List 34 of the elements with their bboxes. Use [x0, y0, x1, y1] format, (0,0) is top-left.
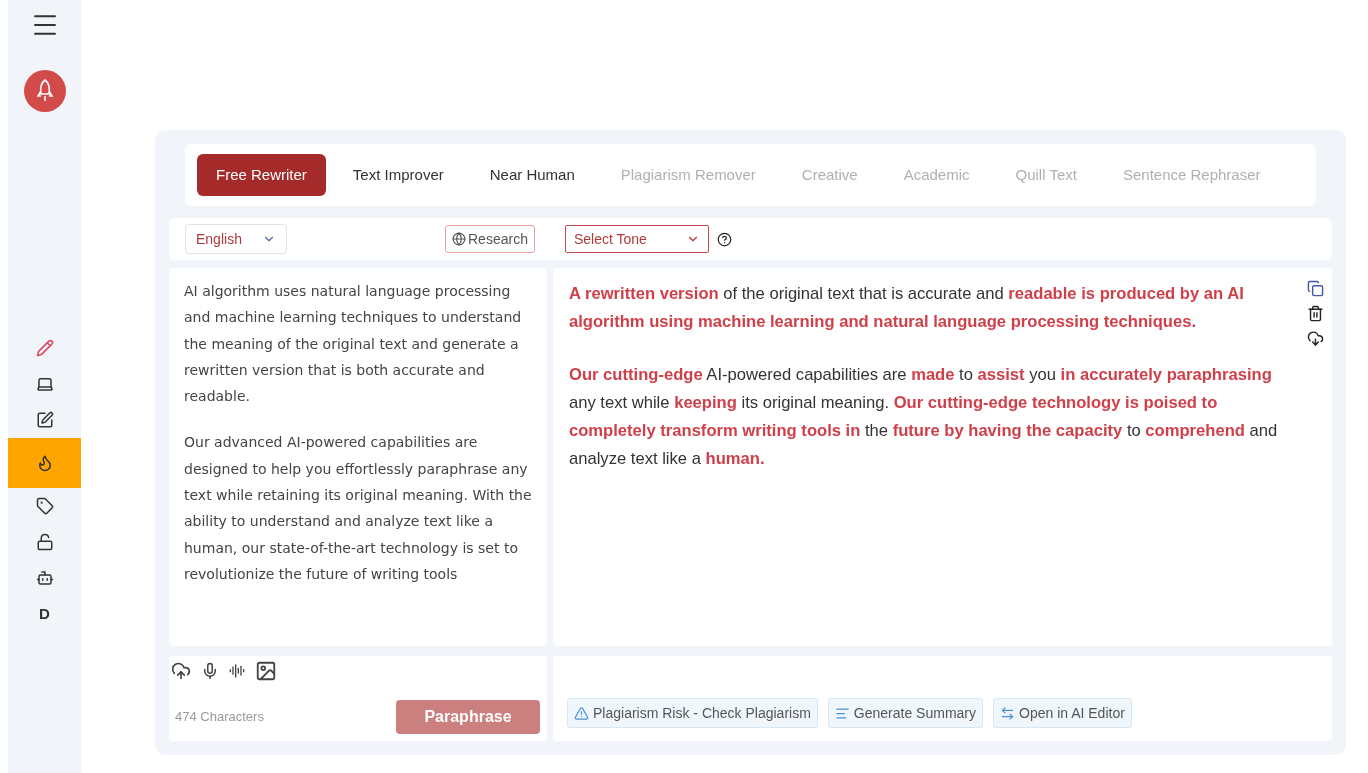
- arrows-icon: [1000, 705, 1015, 721]
- action-button[interactable]: Plagiarism Risk - Check Plagiarism: [567, 698, 818, 728]
- language-select[interactable]: English: [185, 224, 287, 254]
- copy-icon[interactable]: [1307, 280, 1324, 297]
- input-text: AI algorithm uses natural language processing and machine learning techniques to understand the meaning of the original text and generate a rewritten version that is both accurate and readable.: [184, 282, 523, 407]
- tab[interactable]: Near Human: [470, 154, 594, 196]
- delete-icon[interactable]: [1307, 305, 1324, 322]
- unlock-icon: [35, 533, 54, 551]
- logo-icon: [23, 70, 66, 112]
- globe-icon: [452, 232, 466, 246]
- action-button[interactable]: Open in AI Editor: [993, 698, 1132, 728]
- download-icon[interactable]: [1307, 330, 1324, 347]
- microphone-icon[interactable]: [201, 662, 219, 680]
- tab[interactable]: Free Rewriter: [197, 154, 326, 196]
- action-button[interactable]: Generate Summary: [827, 698, 983, 728]
- tag-icon: [35, 497, 54, 515]
- sidebar-item[interactable]: D: [8, 596, 81, 632]
- tone-select[interactable]: Select Tone: [564, 225, 709, 253]
- edit-icon: [35, 411, 54, 429]
- warning-icon: [574, 705, 589, 721]
- pencil-icon: [35, 339, 54, 357]
- output-text: Our cutting-edge AI-powered capabilities are made to assist you in accurately paraphrasing any text while keeping its original meaning. Our cutting-edge technology is poised to completely transform writing tools in the future by having the capacity to comprehend and analyze text like a human.: [569, 364, 1279, 470]
- audio-icon[interactable]: [229, 663, 245, 679]
- image-icon[interactable]: [255, 660, 277, 682]
- laptop-icon: [35, 375, 54, 393]
- research-button[interactable]: Research: [445, 225, 535, 253]
- upload-icon[interactable]: [171, 661, 191, 681]
- character-count: 474 Characters: [175, 708, 264, 727]
- input-text: Our advanced AI-powered capabilities are designed to help you effortlessly paraphrase any text while retaining its original meaning. With the ability to understand and analyze text like a human, our state-of-the-art technology is set to revolutionize the future of writing tools: [184, 433, 532, 584]
- lines-icon: [834, 705, 850, 721]
- tab[interactable]: Text Improver: [333, 154, 463, 196]
- robot-icon: [35, 569, 54, 587]
- output-text: A rewritten version of the original text that is accurate and readable is produced by an AI algorithm using machine learning and natural language processing techniques.: [569, 283, 1245, 333]
- help-icon[interactable]: [716, 231, 732, 247]
